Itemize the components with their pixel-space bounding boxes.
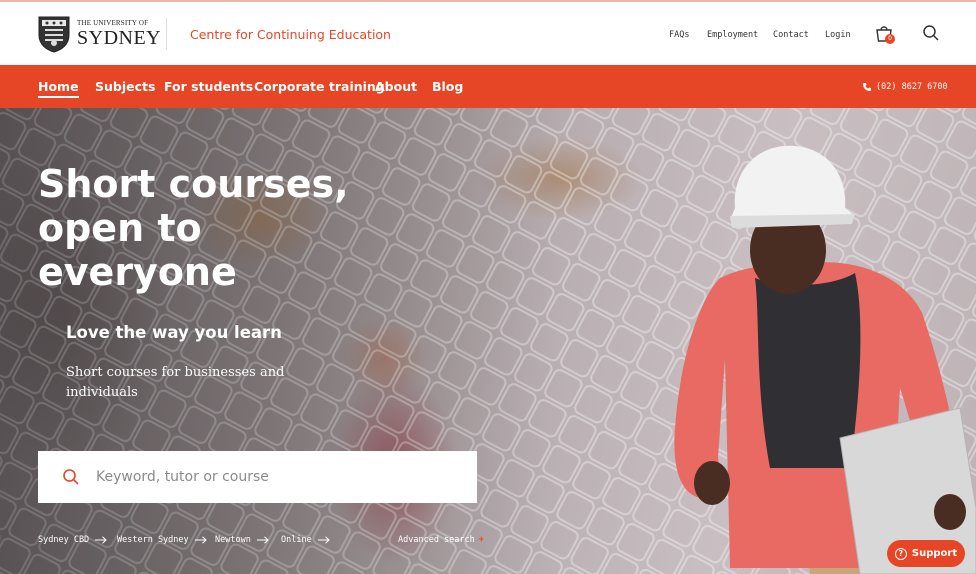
logo-text: THE UNIVERSITY OF SYDNEY bbox=[77, 19, 162, 49]
arrow-right-icon bbox=[317, 536, 330, 544]
advanced-search-link[interactable]: Advanced search + bbox=[398, 535, 484, 545]
nav-item-corporate-training[interactable]: Corporate training bbox=[254, 79, 385, 94]
phone-link[interactable]: (02) 8627 6700 bbox=[862, 82, 948, 92]
site-name-link[interactable]: Centre for Continuing Education bbox=[190, 27, 391, 42]
hero-subtitle: Love the way you learn bbox=[66, 323, 282, 342]
support-button[interactable]: ? Support bbox=[887, 540, 965, 567]
worker-illustration bbox=[674, 145, 976, 574]
nav-item-subjects[interactable]: Subjects bbox=[95, 79, 155, 94]
contact-link[interactable]: Contact bbox=[773, 30, 809, 40]
employment-link[interactable]: Employment bbox=[707, 30, 758, 40]
hero-banner: Short courses, open to everyone Love the… bbox=[0, 108, 976, 574]
location-label: Sydney CBD bbox=[38, 535, 90, 545]
arrow-right-icon bbox=[95, 536, 107, 544]
plus-icon: + bbox=[478, 535, 484, 545]
nav-item-for-students[interactable]: For students bbox=[164, 79, 253, 94]
location-label: Western Sydney bbox=[117, 535, 189, 545]
hero-description: Short courses for businesses and individ… bbox=[66, 365, 285, 400]
logo-small-text: THE UNIVERSITY OF bbox=[77, 19, 149, 27]
search-icon[interactable] bbox=[922, 24, 940, 42]
location-link-western-sydney[interactable]: Western Sydney bbox=[117, 535, 207, 545]
arrow-right-icon bbox=[194, 536, 207, 544]
university-logo[interactable]: THE UNIVERSITY OF SYDNEY bbox=[37, 15, 161, 53]
course-search-box bbox=[38, 451, 477, 503]
arrow-right-icon bbox=[256, 536, 269, 544]
login-link[interactable]: Login bbox=[825, 30, 851, 40]
phone-number: (02) 8627 6700 bbox=[876, 82, 948, 92]
faqs-link[interactable]: FAQs bbox=[669, 30, 689, 40]
hero-title: Short courses, open to everyone bbox=[38, 162, 349, 294]
advanced-search-label: Advanced search bbox=[398, 535, 475, 545]
header-divider bbox=[166, 18, 167, 50]
help-icon: ? bbox=[894, 547, 907, 560]
nav-item-blog[interactable]: Blog bbox=[432, 79, 463, 94]
nav-item-home[interactable]: Home bbox=[38, 79, 79, 98]
location-link-sydney-cbd[interactable]: Sydney CBD bbox=[38, 535, 107, 545]
crest-icon bbox=[38, 16, 70, 53]
support-label: Support bbox=[911, 548, 958, 559]
logo-big-text: SYDNEY bbox=[77, 27, 162, 49]
location-label: Online bbox=[281, 535, 312, 545]
phone-icon bbox=[863, 83, 871, 91]
search-icon[interactable] bbox=[62, 468, 80, 486]
location-label: Newtown bbox=[215, 535, 251, 545]
location-link-newtown[interactable]: Newtown bbox=[215, 535, 269, 545]
location-link-online[interactable]: Online bbox=[281, 535, 330, 545]
top-header: THE UNIVERSITY OF SYDNEY Centre for Cont… bbox=[0, 0, 976, 65]
nav-item-about[interactable]: About bbox=[375, 79, 417, 94]
cart-count-badge: 0 bbox=[885, 34, 895, 44]
main-nav: Home Subjects For students Corporate tra… bbox=[0, 65, 976, 108]
course-search-input[interactable] bbox=[96, 469, 456, 485]
